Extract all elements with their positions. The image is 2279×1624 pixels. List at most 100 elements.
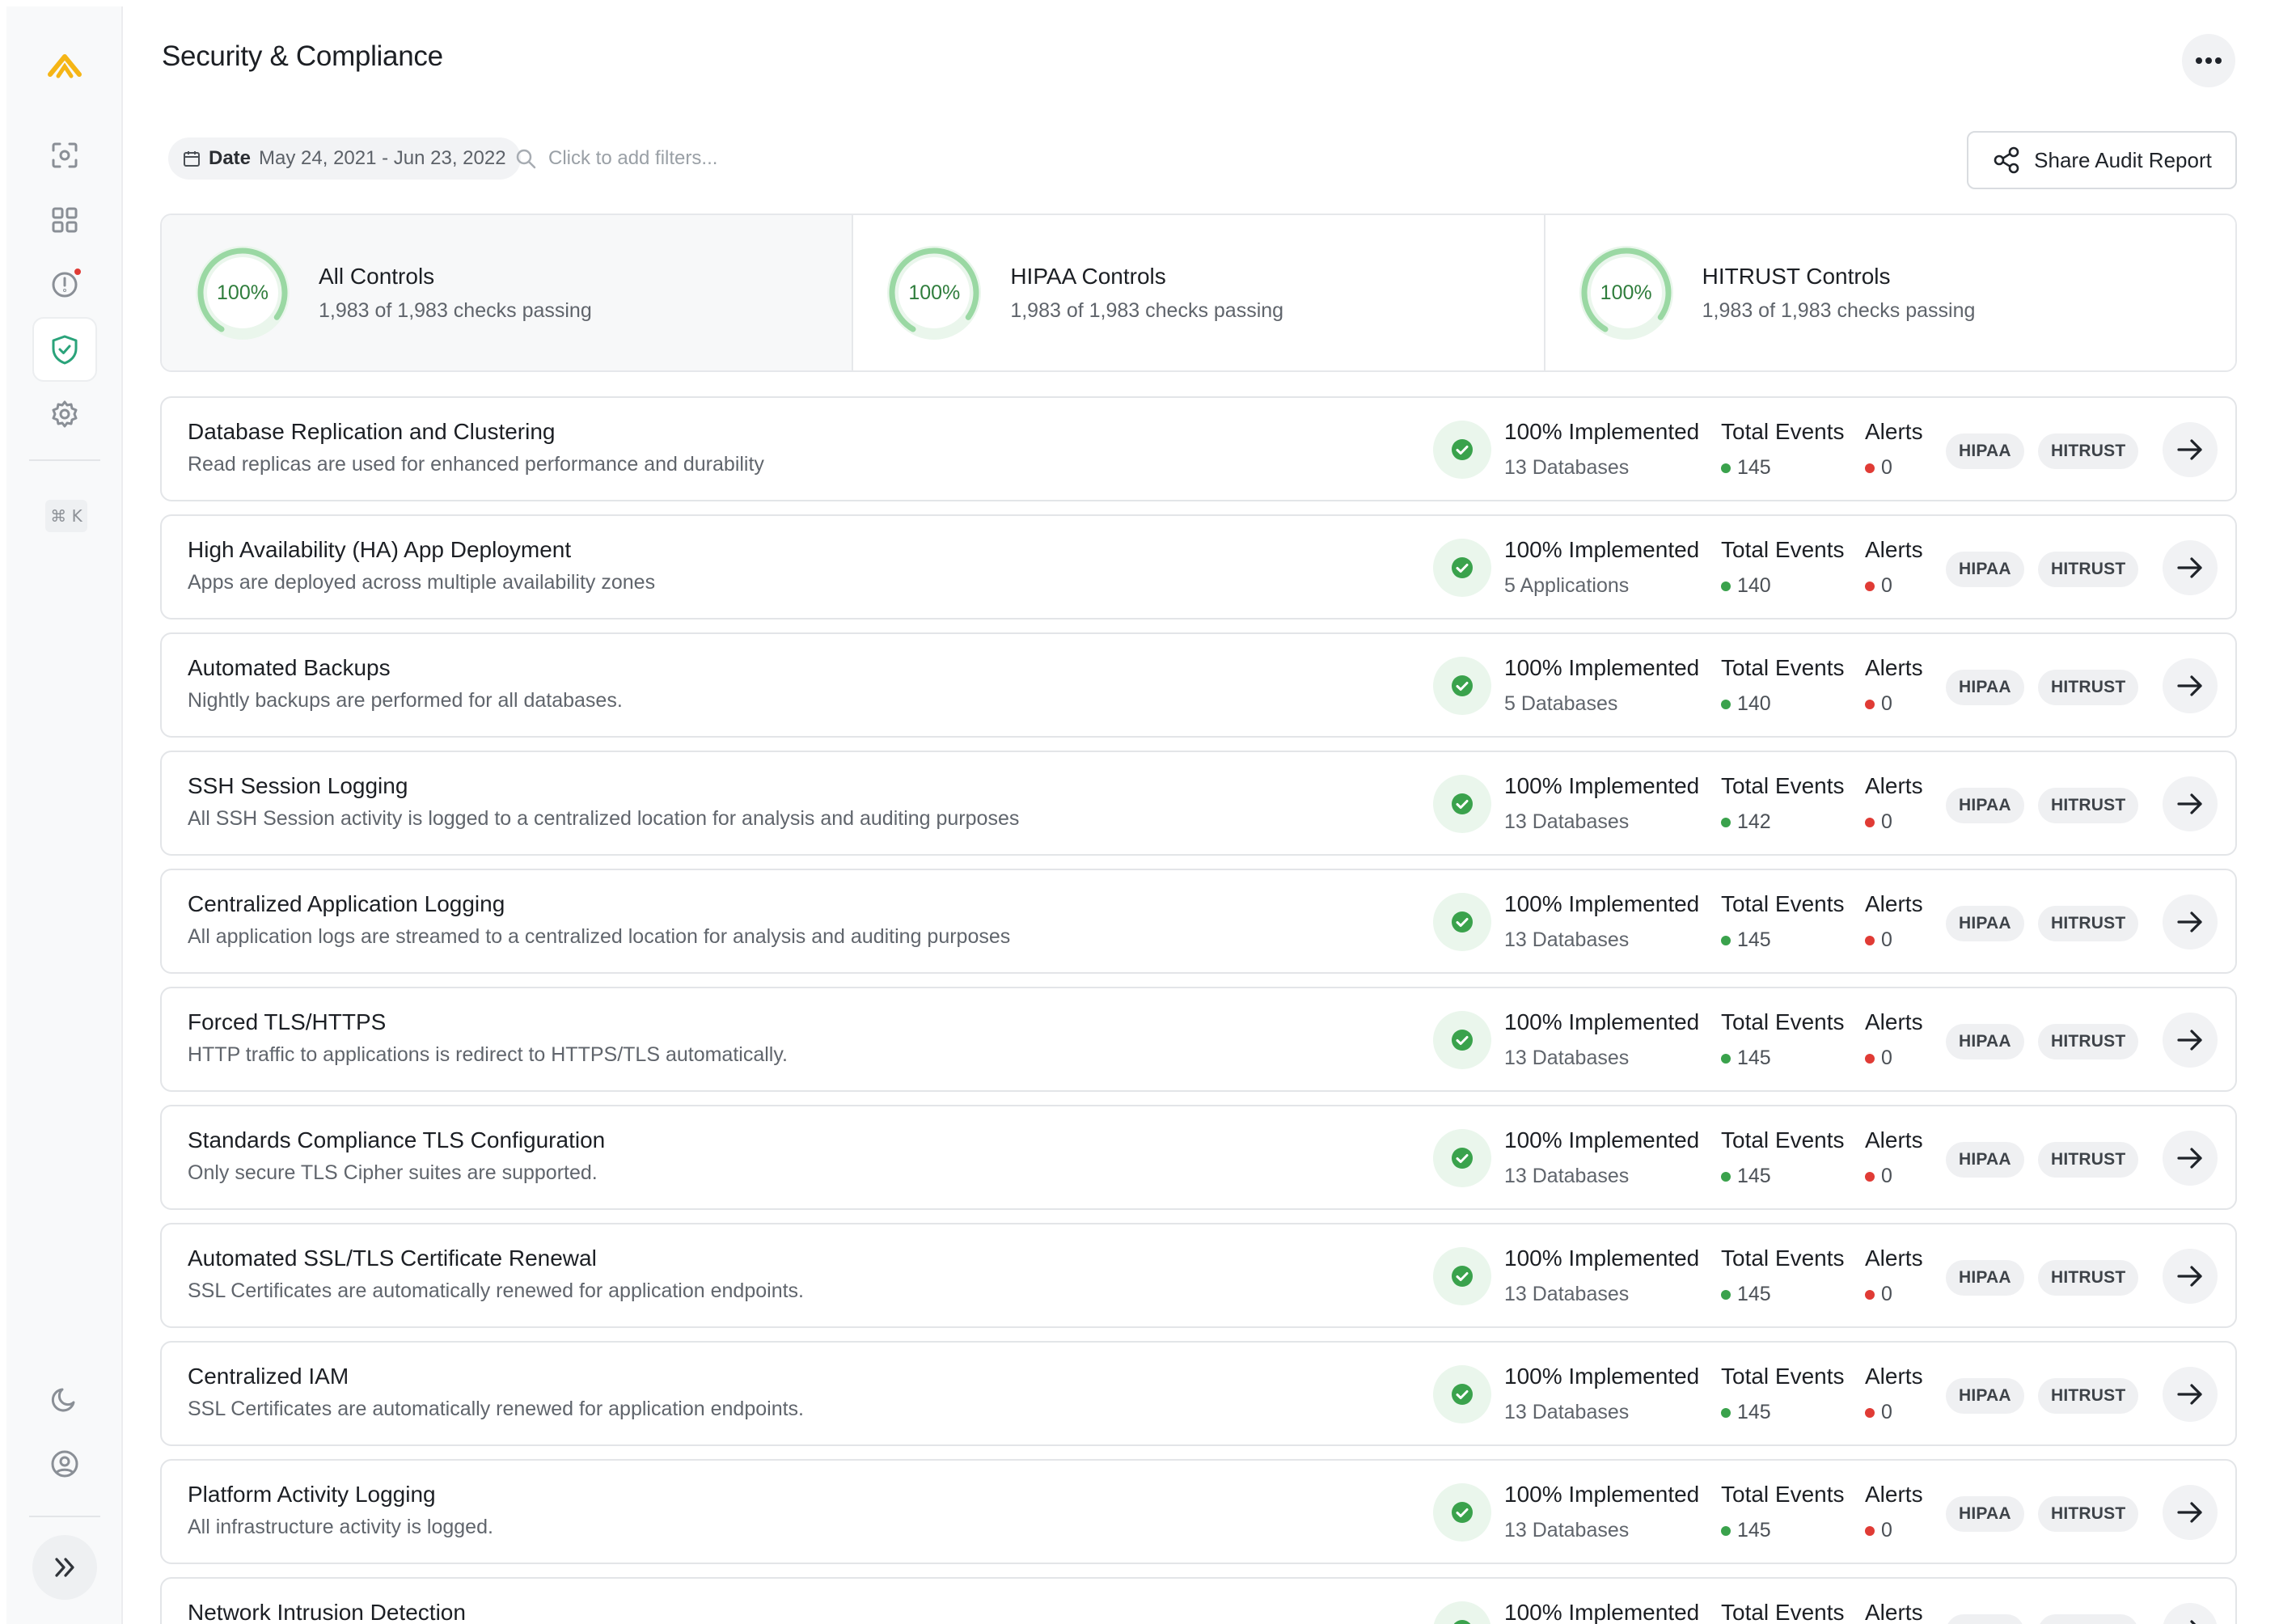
tag-hipaa[interactable]: HIPAA xyxy=(1946,1614,2024,1624)
open-control-button[interactable] xyxy=(2163,1367,2218,1422)
total-events-label: Total Events xyxy=(1721,1482,1845,1507)
summary-card-hipaa-controls[interactable]: 100% HIPAA Controls 1,983 of 1,983 check… xyxy=(853,215,1545,370)
tag-hipaa[interactable]: HIPAA xyxy=(1946,1260,2024,1296)
open-control-button[interactable] xyxy=(2163,422,2218,477)
total-events: Total Events 145 xyxy=(1721,1482,1845,1542)
tag-hipaa[interactable]: HIPAA xyxy=(1946,552,2024,587)
control-row[interactable]: High Availability (HA) App Deployment Ap… xyxy=(160,514,2237,620)
shield-check-icon[interactable] xyxy=(32,317,97,382)
alerts-status-dot xyxy=(1865,1525,1875,1536)
logo-icon[interactable] xyxy=(32,34,97,99)
total-events: Total Events 140 xyxy=(1721,655,1845,716)
open-control-button[interactable] xyxy=(2163,1131,2218,1186)
total-events-label: Total Events xyxy=(1721,1127,1845,1152)
total-events-value: 145 xyxy=(1737,456,1771,479)
open-control-button[interactable] xyxy=(2163,1603,2218,1624)
tag-hitrust[interactable]: HITRUST xyxy=(2038,788,2139,823)
open-control-button[interactable] xyxy=(2163,540,2218,595)
check-circle-icon xyxy=(1433,1601,1491,1624)
expand-icon[interactable] xyxy=(32,1535,97,1600)
control-row[interactable]: SSH Session Logging All SSH Session acti… xyxy=(160,751,2237,856)
control-row[interactable]: Automated SSL/TLS Certificate Renewal SS… xyxy=(160,1223,2237,1328)
calendar-icon xyxy=(184,151,200,167)
tag-hipaa[interactable]: HIPAA xyxy=(1946,1142,2024,1178)
control-row[interactable]: Network Intrusion Detection 100% Impleme… xyxy=(160,1577,2237,1624)
total-events-label: Total Events xyxy=(1721,773,1845,798)
alerts: Alerts 0 xyxy=(1865,537,1923,598)
summary-card-all-controls[interactable]: 100% All Controls 1,983 of 1,983 checks … xyxy=(162,215,854,370)
open-control-button[interactable] xyxy=(2163,658,2218,713)
control-row[interactable]: Forced TLS/HTTPS HTTP traffic to applica… xyxy=(160,987,2237,1092)
tag-hitrust[interactable]: HITRUST xyxy=(2038,670,2139,705)
alerts-status-dot xyxy=(1865,1289,1875,1300)
summary-title: HITRUST Controls xyxy=(1702,264,1891,289)
date-filter-chip[interactable]: Date May 24, 2021 - Jun 23, 2022 xyxy=(168,137,521,180)
total-events-value: 145 xyxy=(1737,1401,1771,1423)
arrow-right-icon xyxy=(2177,1384,2202,1405)
tag-hitrust[interactable]: HITRUST xyxy=(2038,1614,2139,1624)
check-circle-icon xyxy=(1433,421,1491,479)
implemented-label: 100% Implemented xyxy=(1504,1482,1700,1507)
scope-label: 13 Databases xyxy=(1504,1283,1630,1305)
control-title: Standards Compliance TLS Configuration xyxy=(188,1127,606,1152)
open-control-button[interactable] xyxy=(2163,1485,2218,1540)
control-row[interactable]: Standards Compliance TLS Configuration O… xyxy=(160,1105,2237,1210)
alerts-value: 0 xyxy=(1881,928,1892,951)
total-events-value: 145 xyxy=(1737,1283,1771,1305)
total-events-value: 140 xyxy=(1737,692,1771,715)
alerts-label: Alerts xyxy=(1865,1482,1923,1507)
total-events-value: 145 xyxy=(1737,1047,1771,1069)
alert-clock-icon[interactable] xyxy=(32,252,97,317)
control-row[interactable]: Database Replication and Clustering Read… xyxy=(160,396,2237,501)
control-row[interactable]: Platform Activity Logging All infrastruc… xyxy=(160,1459,2237,1564)
tag-hitrust[interactable]: HITRUST xyxy=(2038,552,2139,587)
alerts-value: 0 xyxy=(1881,1165,1892,1187)
tag-hipaa[interactable]: HIPAA xyxy=(1946,1024,2024,1059)
tag-hitrust[interactable]: HITRUST xyxy=(2038,1378,2139,1414)
share-icon xyxy=(1994,146,2019,174)
grid-icon[interactable] xyxy=(32,188,97,252)
control-description: All SSH Session activity is logged to a … xyxy=(188,807,1020,830)
tag-hitrust[interactable]: HITRUST xyxy=(2038,1496,2139,1532)
tag-hitrust[interactable]: HITRUST xyxy=(2038,1260,2139,1296)
control-row[interactable]: Centralized Application Logging All appl… xyxy=(160,869,2237,974)
focus-icon[interactable] xyxy=(32,123,97,188)
tag-hitrust[interactable]: HITRUST xyxy=(2038,1024,2139,1059)
tag-hipaa[interactable]: HIPAA xyxy=(1946,670,2024,705)
tag-hipaa[interactable]: HIPAA xyxy=(1946,788,2024,823)
share-audit-report-button[interactable]: Share Audit Report xyxy=(1967,131,2237,189)
total-events-value: 142 xyxy=(1737,810,1771,833)
open-control-button[interactable] xyxy=(2163,1013,2218,1068)
alerts: Alerts 0 xyxy=(1865,1364,1923,1424)
total-events: Total Events 145 xyxy=(1721,1127,1845,1188)
alerts-label: Alerts xyxy=(1865,1364,1923,1389)
tag-hipaa[interactable]: HIPAA xyxy=(1946,906,2024,941)
moon-icon[interactable] xyxy=(32,1367,97,1432)
summary-card-hitrust-controls[interactable]: 100% HITRUST Controls 1,983 of 1,983 che… xyxy=(1545,215,2235,370)
tag-hipaa[interactable]: HIPAA xyxy=(1946,1496,2024,1532)
alerts: Alerts xyxy=(1865,1600,1923,1624)
gear-icon[interactable] xyxy=(32,382,97,446)
alerts-status-dot xyxy=(1865,817,1875,827)
tag-hipaa[interactable]: HIPAA xyxy=(1946,433,2024,469)
control-description: Read replicas are used for enhanced perf… xyxy=(188,453,764,476)
tag-hitrust[interactable]: HITRUST xyxy=(2038,433,2139,469)
more-options-button[interactable] xyxy=(2182,34,2235,87)
open-control-button[interactable] xyxy=(2163,776,2218,831)
control-row[interactable]: Centralized IAM SSL Certificates are aut… xyxy=(160,1341,2237,1446)
user-icon[interactable] xyxy=(32,1432,97,1496)
command-shortcut-hint[interactable]: ⌘ K xyxy=(45,500,87,532)
events-status-dot xyxy=(1721,935,1731,945)
control-title: Centralized IAM xyxy=(188,1364,349,1389)
filter-search-input[interactable]: Click to add filters... xyxy=(514,141,717,176)
alerts-status-dot xyxy=(1865,935,1875,945)
open-control-button[interactable] xyxy=(2163,894,2218,949)
tag-hitrust[interactable]: HITRUST xyxy=(2038,1142,2139,1178)
open-control-button[interactable] xyxy=(2163,1249,2218,1304)
arrow-right-icon xyxy=(2177,911,2202,933)
alerts-value: 0 xyxy=(1881,1283,1892,1305)
tag-hipaa[interactable]: HIPAA xyxy=(1946,1378,2024,1414)
events-status-dot xyxy=(1721,1407,1731,1418)
control-row[interactable]: Automated Backups Nightly backups are pe… xyxy=(160,632,2237,738)
tag-hitrust[interactable]: HITRUST xyxy=(2038,906,2139,941)
